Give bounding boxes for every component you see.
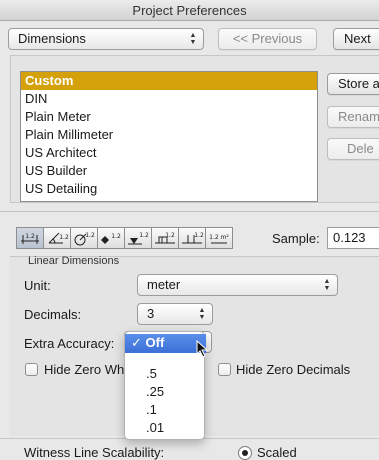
mouse-cursor-icon xyxy=(196,340,209,358)
accuracy-option-label: Off xyxy=(145,335,165,350)
svg-text:1.2: 1.2 xyxy=(25,233,35,240)
rename-button-label: Renam xyxy=(338,109,379,124)
hide-zero-decimals-checkbox[interactable] xyxy=(218,363,231,376)
unit-select[interactable]: meter ▲ ▼ xyxy=(137,274,338,296)
unit-label: Unit: xyxy=(24,278,51,293)
level-dimension-icon[interactable]: 1.2 xyxy=(97,227,125,249)
accuracy-option-tenth[interactable]: .1 xyxy=(125,401,206,419)
preset-item-us-architect[interactable]: US Architect xyxy=(21,144,317,162)
rename-button[interactable]: Renam xyxy=(327,106,379,128)
linear-dimensions-title: Linear Dimensions xyxy=(28,255,120,267)
sample-label: Sample: xyxy=(272,231,320,246)
svg-text:1.2 m²: 1.2 m² xyxy=(209,234,229,241)
next-button-label: Next xyxy=(344,31,371,46)
dimension-type-toolbar: 1.2 1.2 1.2 1.2 1.2 1.2 1.2 1.2 m² xyxy=(16,227,233,249)
sample-field[interactable]: 0.123 xyxy=(327,227,379,249)
decimals-select-value: 3 xyxy=(147,306,155,321)
hide-zero-whole-label: Hide Zero Wh xyxy=(44,362,125,377)
window-titlebar: Project Preferences xyxy=(0,0,379,21)
accuracy-option-half[interactable]: .5 xyxy=(125,365,206,383)
previous-button-label: << Previous xyxy=(232,31,303,46)
accuracy-option-hundredth[interactable]: .01 xyxy=(125,419,206,437)
decimals-label: Decimals: xyxy=(24,307,82,322)
svg-text:1.2: 1.2 xyxy=(85,232,95,239)
area-dimension-icon[interactable]: 1.2 m² xyxy=(205,227,233,249)
extra-accuracy-label: Extra Accuracy: xyxy=(24,336,115,351)
preset-item-us-builder[interactable]: US Builder xyxy=(21,162,317,180)
sample-value: 0.123 xyxy=(333,230,366,245)
window-title: Project Preferences xyxy=(132,3,247,18)
updown-arrows-icon: ▲ ▼ xyxy=(323,278,331,292)
preset-item-plain-millimeter[interactable]: Plain Millimeter xyxy=(21,126,317,144)
witness-line-scalability-label: Witness Line Scalability: xyxy=(24,445,165,460)
accuracy-option-quarter[interactable]: .25 xyxy=(125,383,206,401)
next-button[interactable]: Next xyxy=(333,28,379,50)
previous-button[interactable]: << Previous xyxy=(218,28,317,50)
hide-zero-whole-checkbox[interactable] xyxy=(25,363,38,376)
store-as-button-label: Store a xyxy=(338,76,379,91)
updown-arrows-icon: ▲ ▼ xyxy=(189,32,197,46)
section-select-value: Dimensions xyxy=(18,31,86,46)
preset-item-us-detailing[interactable]: US Detailing xyxy=(21,180,317,198)
presets-list[interactable]: Custom DIN Plain Meter Plain Millimeter … xyxy=(20,71,318,202)
preset-item-plain-meter[interactable]: Plain Meter xyxy=(21,108,317,126)
radial-dimension-icon[interactable]: 1.2 xyxy=(70,227,98,249)
updown-arrows-icon: ▲ ▼ xyxy=(198,307,206,321)
svg-text:1.2: 1.2 xyxy=(111,233,121,240)
delete-button[interactable]: Dele xyxy=(327,138,379,160)
delete-button-label: Dele xyxy=(347,141,374,156)
door-window-dimension-icon[interactable]: 1.2 xyxy=(151,227,179,249)
extra-accuracy-menu: ✓ Off .5 .25 .1 .01 xyxy=(124,331,206,440)
preset-item-din[interactable]: DIN xyxy=(21,90,317,108)
svg-text:1.2: 1.2 xyxy=(194,232,204,239)
section-divider xyxy=(0,211,379,212)
decimals-select[interactable]: 3 ▲ ▼ xyxy=(137,303,213,325)
accuracy-option-off[interactable]: ✓ Off xyxy=(125,334,206,353)
scaled-radio[interactable] xyxy=(238,446,252,460)
svg-text:1.2: 1.2 xyxy=(139,232,149,239)
svg-text:1.2: 1.2 xyxy=(59,234,69,241)
elevation-dimension-icon[interactable]: 1.2 xyxy=(124,227,152,249)
scaled-radio-label: Scaled xyxy=(257,445,297,460)
checkmark-icon: ✓ xyxy=(131,335,142,350)
angular-dimension-icon[interactable]: 1.2 xyxy=(43,227,71,249)
section-select[interactable]: Dimensions ▲ ▼ xyxy=(8,28,204,50)
hide-zero-decimals-label: Hide Zero Decimals xyxy=(236,362,351,377)
unit-select-value: meter xyxy=(147,277,181,292)
store-as-button[interactable]: Store a xyxy=(327,73,379,95)
sill-height-dimension-icon[interactable]: 1.2 xyxy=(178,227,206,249)
preset-item-custom[interactable]: Custom xyxy=(21,72,317,90)
linear-dimension-icon[interactable]: 1.2 xyxy=(16,227,44,249)
svg-text:1.2: 1.2 xyxy=(165,232,175,239)
